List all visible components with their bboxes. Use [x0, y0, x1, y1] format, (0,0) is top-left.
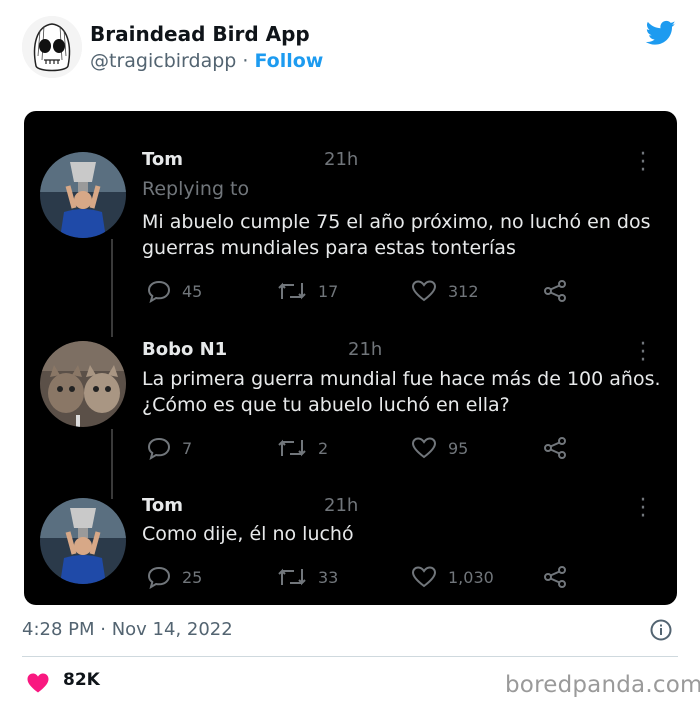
reply-text: Mi abuelo cumple 75 el año próximo, no l…	[142, 211, 651, 259]
reply-avatar[interactable]	[40, 152, 126, 238]
retweet-count: 17	[318, 281, 339, 301]
divider	[22, 656, 678, 657]
reply-avatar[interactable]	[40, 498, 126, 584]
share-action[interactable]	[542, 565, 578, 589]
retweet-icon	[278, 282, 306, 300]
more-options-icon[interactable]: · · ·	[638, 334, 648, 372]
tweet-header: Braindead Bird App @tragicbirdapp · Foll…	[0, 0, 700, 100]
reply-time: 21h	[324, 149, 359, 170]
like-count: 1,030	[448, 567, 494, 587]
reply-action[interactable]: 45	[146, 279, 202, 303]
reply-author-name[interactable]: Tom	[142, 495, 183, 516]
like-action[interactable]: 312	[410, 279, 479, 303]
thread-reply: Tom 21h · · · Como dije, él no luchó 25 33…	[24, 446, 677, 605]
reply-time: 21h	[348, 339, 383, 360]
thread-reply: Tom 21h · · · Replying to Mi abuelo cumple…	[24, 111, 677, 303]
tweet-timestamp[interactable]: 4:28 PM · Nov 14, 2022	[22, 619, 233, 640]
handle-separator: ·	[236, 50, 255, 72]
more-options-icon[interactable]: · · ·	[638, 144, 648, 182]
reply-icon	[147, 566, 171, 589]
author-name[interactable]: Braindead Bird App	[90, 22, 310, 46]
reply-action[interactable]: 25	[146, 565, 202, 589]
reply-text: La primera guerra mundial fue hace más d…	[142, 368, 661, 416]
retweet-count: 33	[318, 567, 339, 587]
share-action[interactable]	[542, 279, 578, 303]
like-count: 312	[448, 281, 479, 301]
retweet-action[interactable]: 33	[276, 565, 338, 589]
embedded-thread-image: Tom 21h · · · Replying to Mi abuelo cumple…	[24, 111, 677, 605]
retweet-icon	[278, 568, 306, 586]
share-icon	[544, 566, 566, 588]
author-handle-line: @tragicbirdapp · Follow	[90, 50, 323, 72]
reply-author-name[interactable]: Tom	[142, 149, 183, 170]
reply-avatar[interactable]	[40, 341, 126, 427]
watermark: boredpanda.com	[505, 672, 700, 698]
tweet-like-count[interactable]: 82K	[63, 670, 100, 690]
reply-time: 21h	[324, 495, 359, 516]
heart-icon	[411, 566, 437, 588]
author-avatar[interactable]	[22, 16, 82, 78]
retweet-action[interactable]: 17	[276, 279, 338, 303]
heart-icon	[411, 280, 437, 302]
twitter-bird-icon[interactable]	[644, 18, 678, 48]
thread-reply: Bobo N1 21h · · · La primera guerra mundia…	[24, 301, 677, 460]
reply-author-name[interactable]: Bobo N1	[142, 339, 227, 360]
info-icon[interactable]	[650, 619, 672, 641]
reply-count: 45	[182, 281, 203, 301]
reply-text: Como dije, él no luchó	[142, 523, 354, 545]
like-action[interactable]: 1,030	[410, 565, 494, 589]
replying-to-label: Replying to	[142, 178, 250, 200]
reply-icon	[147, 280, 171, 303]
more-options-icon[interactable]: · · ·	[638, 490, 648, 528]
reply-count: 25	[182, 567, 203, 587]
author-handle[interactable]: @tragicbirdapp	[90, 50, 236, 72]
follow-button[interactable]: Follow	[254, 50, 323, 72]
share-icon	[544, 280, 566, 302]
heart-filled-icon[interactable]	[26, 672, 50, 694]
